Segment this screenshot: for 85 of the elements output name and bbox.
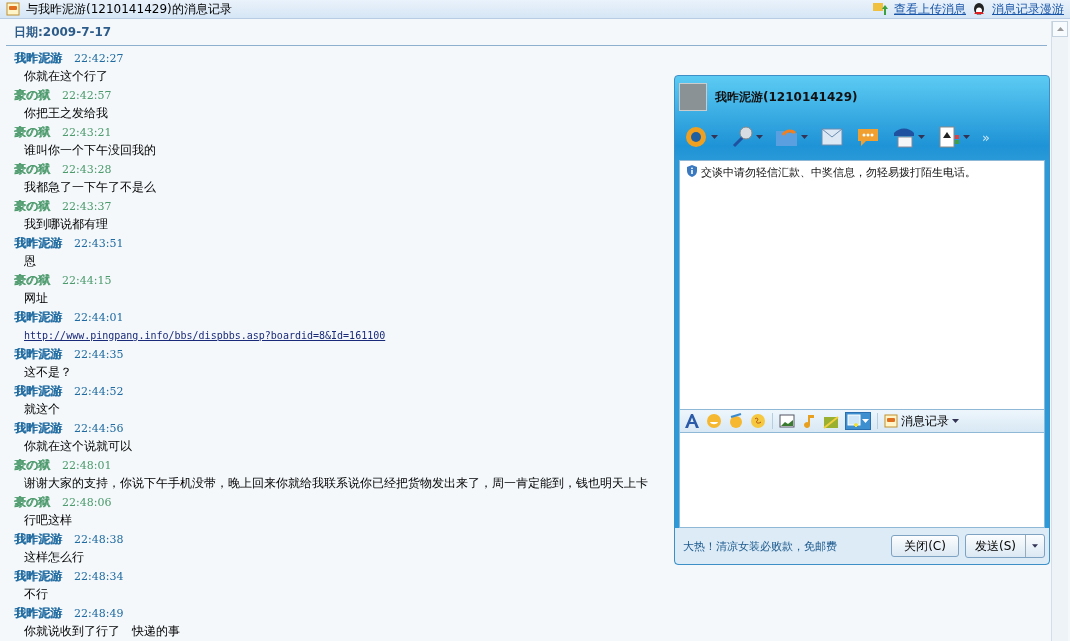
message-time: 22:44:35 [74,347,124,361]
message-text: 你把王之发给我 [24,105,108,122]
penguin-icon [972,2,986,16]
message-text: 谢谢大家的支持，你说下午手机没带，晚上回来你就给我联系说你已经把货物发出来了，周一肯定能到，钱也明天上卡 [24,475,648,492]
caret-icon [801,135,808,139]
dizzy-face-icon[interactable] [750,413,766,429]
message-time: 22:43:21 [62,125,112,139]
message-time: 22:42:27 [74,51,124,65]
sender-name: 豪の狱 [14,197,50,215]
avatar [679,83,707,111]
message-text: 我都急了一下午了不是么 [24,179,156,196]
caret-icon [963,135,970,139]
message-time: 22:48:01 [62,458,112,472]
screenshot-button[interactable] [845,412,871,430]
sender-name: 我昨泥游 [14,49,62,67]
sender-name: 豪の狱 [14,123,50,141]
message-time: 22:44:15 [62,273,112,287]
sender-name: 豪の狱 [14,160,50,178]
smiley-icon[interactable] [706,413,722,429]
sender-name: 我昨泥游 [14,604,62,622]
scrollbar[interactable] [1051,21,1068,641]
contact-name: 我昨泥游(1210141429) [715,88,858,106]
sender-name: 我昨泥游 [14,382,62,400]
safety-notice: 交谈中请勿轻信汇款、中奖信息，勿轻易拨打陌生电话。 [701,165,976,180]
sender-name: 豪の狱 [14,456,50,474]
image-icon[interactable] [779,413,795,429]
message-text: 就这个 [24,401,60,418]
caret-icon [952,419,959,423]
message-text: 你就在这个行了 [24,68,108,85]
message-text: 你就在这个说就可以 [24,438,132,455]
message-text: 网址 [24,290,48,307]
caret-icon [711,135,718,139]
chat-log-icon [884,414,898,428]
info-shield-icon [686,165,698,177]
font-icon[interactable] [684,413,700,429]
caret-icon [862,419,869,423]
message-input[interactable] [679,433,1045,528]
sender-name: 豪の狱 [14,86,50,104]
playing-card-icon[interactable] [937,125,961,149]
message-time: 22:48:49 [74,606,124,620]
message-text: 行吧这样 [24,512,72,529]
message-time: 22:43:51 [74,236,124,250]
caret-icon [918,135,925,139]
message-time: 22:44:01 [74,310,124,324]
message-text: 不行 [24,586,48,603]
message-time: 22:48:38 [74,532,124,546]
message-link[interactable]: http://www.pingpang.info/bbs/dispbbs.asp?boardid=8&Id=161100 [24,330,386,341]
mail-icon[interactable] [820,125,844,149]
sender-name: 豪の狱 [14,271,50,289]
sender-name: 我昨泥游 [14,234,62,252]
cartoon-face-icon[interactable] [728,413,744,429]
scroll-up-icon [1056,27,1064,31]
message-time: 22:48:34 [74,569,124,583]
upload-message-icon [872,2,888,16]
sender-name: 我昨泥游 [14,419,62,437]
close-button[interactable]: 关闭(C) [891,535,959,557]
ad-text[interactable]: 大热！清凉女装必败款，免邮费 [683,538,885,554]
music-note-icon[interactable] [801,413,817,429]
caret-icon [1032,544,1038,548]
history-button[interactable]: 消息记录 [884,412,959,430]
message-text: 这样怎么行 [24,549,84,566]
header-link[interactable]: 消息记录漫游 [992,0,1064,18]
sender-name: 豪の狱 [14,493,50,511]
message-text: 谁叫你一个下午没回我的 [24,142,156,159]
message-text: 我到哪说都有理 [24,216,108,233]
chat-log-icon [6,2,20,16]
message-text: 这不是？ [24,364,72,381]
message-text: 恩 [24,253,36,270]
message-time: 22:44:52 [74,384,124,398]
message-text: 你就说收到了行了 快递的事 [24,623,180,640]
message-time: 22:43:28 [62,162,112,176]
caret-icon [756,135,763,139]
message-time: 22:48:06 [62,495,112,509]
message-time: 22:42:57 [62,88,112,102]
header-link[interactable]: 查看上传消息 [894,0,966,18]
sender-name: 我昨泥游 [14,345,62,363]
message-time: 22:44:56 [74,421,124,435]
sender-name: 我昨泥游 [14,308,62,326]
webcam-icon[interactable] [685,125,709,149]
window-title: 与我昨泥游(1210141429)的消息记录 [26,0,233,18]
screenshot-icon [847,414,861,428]
message-time: 22:43:37 [62,199,112,213]
sender-name: 我昨泥游 [14,530,62,548]
sender-name: 我昨泥游 [14,567,62,585]
date-label: 日期:2009-7-17 [14,23,112,41]
